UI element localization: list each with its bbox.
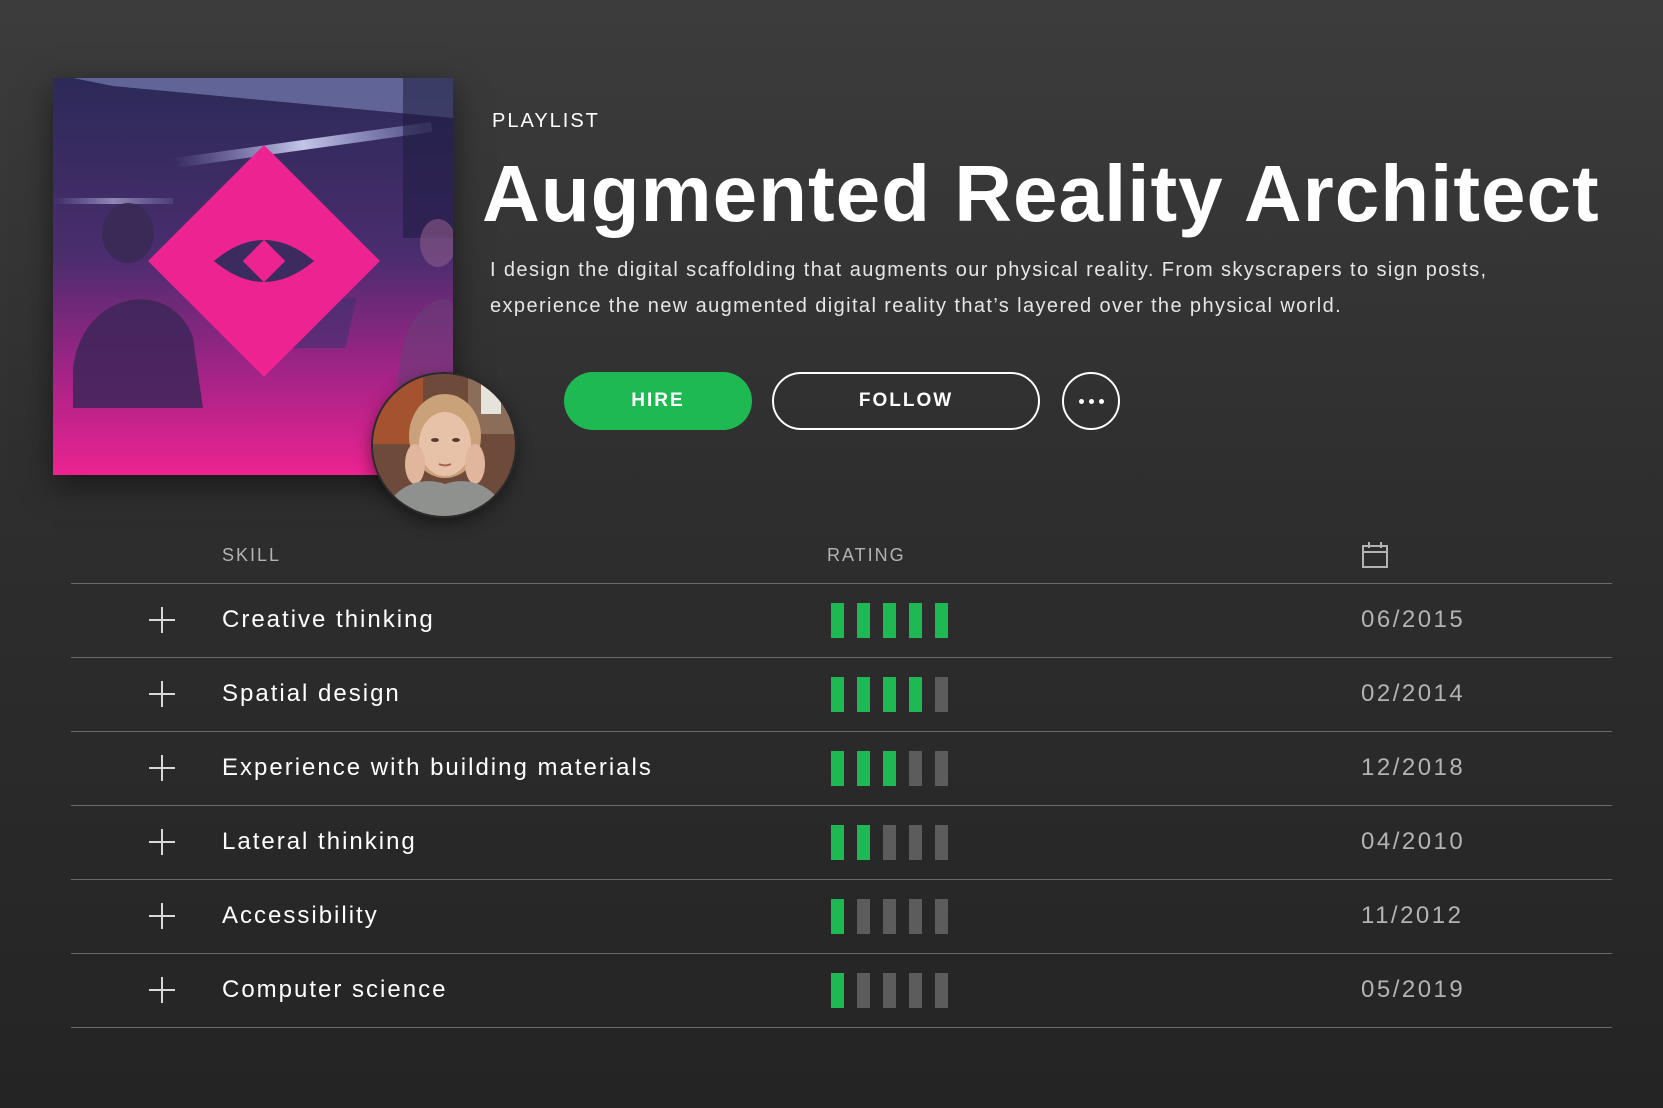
follow-button[interactable]: FOLLOW [772,372,1040,430]
avatar-photo [373,374,515,516]
skill-name: Spatial design [222,680,401,707]
rating-bar-empty [935,825,948,860]
column-header-skill[interactable]: SKILL [222,545,281,566]
rating-bar-filled [831,973,844,1008]
rating-bar-filled [935,603,948,638]
table-row[interactable]: Accessibility 11/2012 [71,880,1612,954]
rating-bar-filled [883,677,896,712]
table-row[interactable]: Experience with building materials 12/201… [71,732,1612,806]
skill-date: 05/2019 [1361,976,1466,1003]
dot [1078,398,1084,404]
rating-bar-filled [831,751,844,786]
rating-bar-empty [883,973,896,1008]
rating-bar-empty [857,973,870,1008]
dot [1098,398,1104,404]
rating-meter [831,973,948,1008]
rating-bar-empty [909,825,922,860]
rating-bar-filled [831,899,844,934]
skill-name: Experience with building materials [222,754,653,781]
calendar-icon-svg [1362,542,1388,568]
rating-bar-empty [883,825,896,860]
rating-bar-filled [909,677,922,712]
add-icon[interactable] [148,828,176,856]
add-icon[interactable] [148,754,176,782]
table-row[interactable]: Creative thinking 06/2015 [71,584,1612,658]
add-icon[interactable] [148,902,176,930]
rating-bar-empty [935,973,948,1008]
rating-bar-filled [909,603,922,638]
more-dots-icon [1078,398,1104,404]
more-options-button[interactable] [1062,372,1120,430]
playlist-type-label: PLAYLIST [492,110,600,132]
rating-meter [831,603,948,638]
skill-name: Computer science [222,976,448,1003]
table-row[interactable]: Spatial design 02/2014 [71,658,1612,732]
table-row[interactable]: Computer science 05/2019 [71,954,1612,1028]
rating-bar-empty [857,899,870,934]
rating-bar-filled [883,603,896,638]
skill-date: 04/2010 [1361,828,1466,855]
skill-date: 11/2012 [1361,902,1464,929]
action-bar: HIRE FOLLOW [564,372,1120,430]
table-row[interactable]: Lateral thinking 04/2010 [71,806,1612,880]
hire-button[interactable]: HIRE [564,372,752,430]
add-icon[interactable] [148,680,176,708]
rating-bar-filled [831,677,844,712]
rating-bar-filled [883,751,896,786]
rating-bar-empty [935,899,948,934]
rating-bar-filled [831,603,844,638]
calendar-icon[interactable] [1361,541,1389,574]
dot [1088,398,1094,404]
rating-bar-empty [909,751,922,786]
table-body: Creative thinking 06/2015 Spatial design 02… [71,584,1612,1028]
rating-bar-filled [857,677,870,712]
artist-avatar[interactable] [371,372,517,518]
skill-name: Lateral thinking [222,828,417,855]
skill-date: 06/2015 [1361,606,1466,633]
skill-name: Creative thinking [222,606,435,633]
rating-bar-filled [857,603,870,638]
skill-name: Accessibility [222,902,379,929]
rating-bar-empty [883,899,896,934]
rating-meter [831,899,948,934]
rating-meter [831,677,948,712]
rating-bar-filled [831,825,844,860]
rating-meter [831,751,948,786]
rating-bar-empty [935,751,948,786]
rating-meter [831,825,948,860]
rating-bar-filled [857,751,870,786]
rating-bar-empty [935,677,948,712]
rating-bar-filled [857,825,870,860]
skills-table: SKILL RATING Creative thinking 06/2015 Spa… [71,527,1612,1028]
skill-date: 12/2018 [1361,754,1466,781]
skill-date: 02/2014 [1361,680,1466,707]
playlist-description: I design the digital scaffolding that au… [490,259,1488,317]
add-icon[interactable] [148,976,176,1004]
add-icon[interactable] [148,606,176,634]
rating-bar-empty [909,899,922,934]
playlist-page: PLAYLIST Augmented Reality Architect I d… [0,0,1663,1108]
page-title: Augmented Reality Architect [482,149,1600,238]
column-header-rating[interactable]: RATING [827,545,906,566]
table-header: SKILL RATING [71,527,1612,584]
rating-bar-empty [909,973,922,1008]
